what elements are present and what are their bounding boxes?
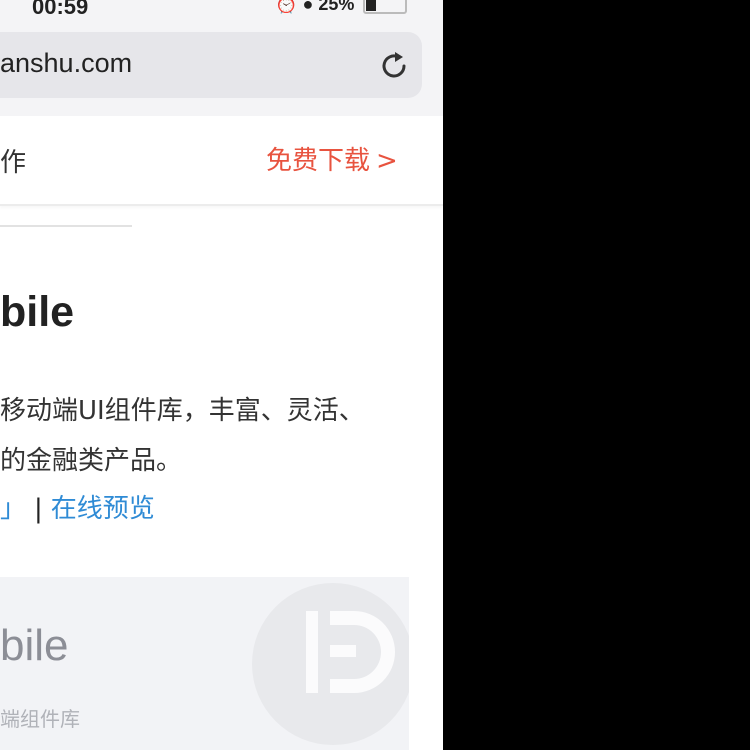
black-background	[443, 0, 750, 750]
article-link[interactable]: 」	[0, 494, 26, 524]
logo-icon	[306, 611, 395, 693]
free-download-label: 免费下载	[266, 146, 371, 176]
banner-title: bile	[0, 621, 69, 670]
divider	[0, 225, 132, 227]
article-title: bile	[0, 288, 75, 336]
battery-percent: 25%	[318, 0, 355, 14]
free-download-link[interactable]: 免费下载 >	[266, 140, 398, 177]
site-header-left-text: 作	[0, 148, 27, 178]
preview-banner[interactable]: bile 端组件库	[0, 577, 409, 750]
article-description-line: 的金融类产品。	[0, 446, 183, 476]
battery-icon	[363, 0, 408, 15]
online-preview-link[interactable]: 在线预览	[51, 494, 155, 524]
orientation-lock-icon: ●	[302, 0, 314, 14]
banner-subtitle: 端组件库	[0, 707, 80, 731]
alarm-icon: ⏰	[275, 0, 298, 14]
phone-screen: 00:59 ⏰ ● 25% anshu.com 作 免费下载 > bile 移动端…	[0, 0, 443, 750]
url-field[interactable]: anshu.com	[0, 32, 422, 98]
article-links: 」 | 在线预览	[0, 488, 155, 525]
link-separator: |	[34, 494, 43, 524]
browser-address-bar: anshu.com	[0, 20, 443, 116]
reload-icon[interactable]	[378, 50, 410, 82]
site-header: 作 免费下载 >	[0, 116, 443, 206]
status-bar: 00:59 ⏰ ● 25%	[0, 0, 443, 20]
status-icons: ⏰ ● 25%	[275, 0, 408, 15]
status-time: 00:59	[32, 0, 89, 19]
url-text: anshu.com	[0, 48, 133, 78]
chevron-right-icon: >	[376, 146, 398, 176]
article-description-line: 移动端UI组件库，丰富、灵活、	[0, 396, 365, 426]
